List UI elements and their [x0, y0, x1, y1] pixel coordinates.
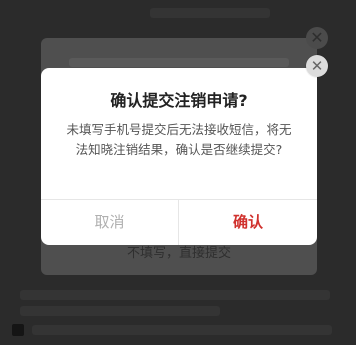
page-text-line: [20, 290, 330, 300]
page-text-line: [32, 325, 332, 335]
confirm-dialog: 确认提交注销申请? 未填写手机号提交后无法接收短信，将无法知晓注销结果，确认是否…: [41, 68, 317, 245]
dialog-title: 确认提交注销申请?: [110, 91, 248, 110]
underlying-close-icon: ✕: [306, 27, 328, 49]
confirm-button[interactable]: 确认: [179, 200, 317, 245]
page-text-line: [150, 8, 270, 18]
dialog-message: 未填写手机号提交后无法接收短信，将无法知晓注销结果，确认是否继续提交?: [66, 122, 292, 157]
underlying-modal-text: [69, 58, 289, 67]
page-text-line: [20, 306, 220, 316]
cancel-button[interactable]: 取消: [41, 200, 178, 245]
close-icon[interactable]: ✕: [306, 55, 328, 77]
agreement-checkbox: [12, 324, 24, 336]
